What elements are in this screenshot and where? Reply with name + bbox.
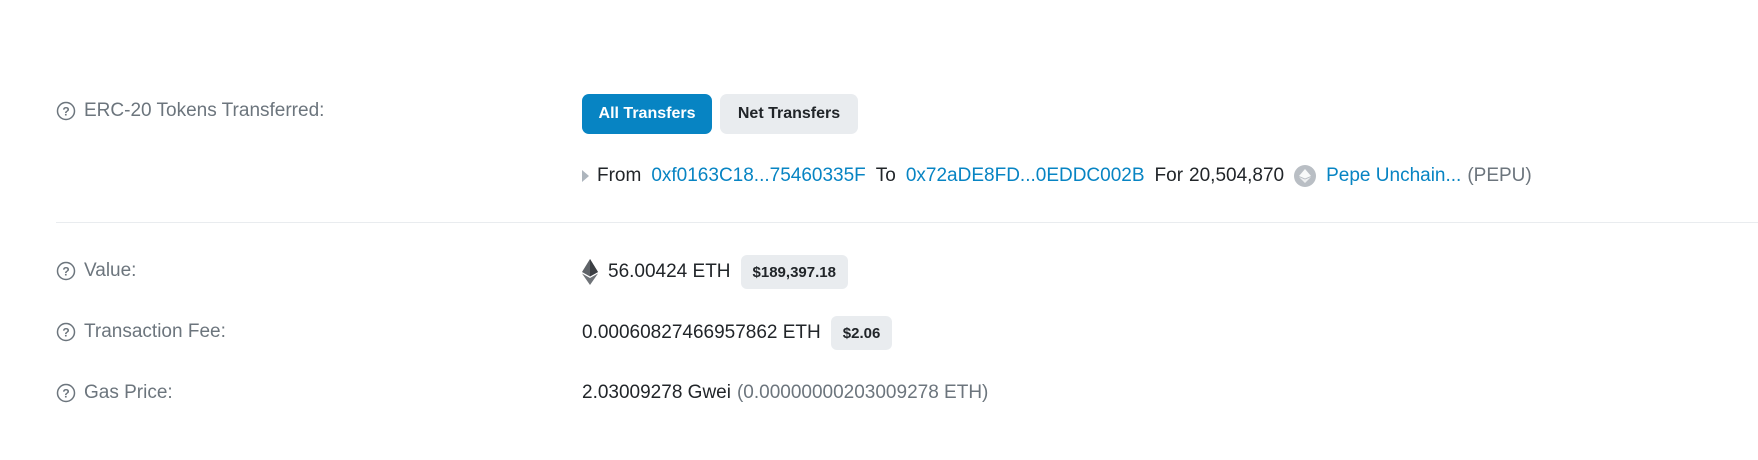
fee-line: 0.00060827466957862 ETH $2.06 [582,316,893,350]
svg-text:?: ? [62,326,69,340]
to-label: To [875,165,896,186]
question-circle-icon[interactable]: ? [56,322,76,342]
token-symbol: (PEPU) [1467,165,1532,186]
fee-usd-badge: $2.06 [830,316,893,350]
erc20-label-row: ? ERC-20 Tokens Transferred: [56,100,324,122]
gas-eth: (0.00000000203009278 ETH) [736,382,989,403]
token-amount: 20,504,870 [1189,165,1285,186]
to-address-link[interactable]: 0x72aDE8FD...0EDDC002B [906,165,1145,187]
section-divider [56,222,1758,223]
value-line: 56.00424 ETH $189,397.18 [582,255,848,289]
gas-gwei: 2.03009278 Gwei [582,382,731,403]
gas-label-row: ? Gas Price: [56,382,173,404]
ethereum-icon [582,259,598,285]
value-label: Value: [84,260,137,281]
fee-label: Transaction Fee: [84,321,226,342]
transfer-line: From 0xf0163C18...75460335F To 0x72aDE8F… [582,165,1532,187]
question-circle-icon[interactable]: ? [56,383,76,403]
svg-text:?: ? [62,105,69,119]
tab-all-transfers[interactable]: All Transfers [582,94,712,134]
question-circle-icon[interactable]: ? [56,261,76,281]
fee-label-row: ? Transaction Fee: [56,321,226,343]
value-usd-badge: $189,397.18 [740,255,848,289]
fee-amount: 0.00060827466957862 ETH [582,322,821,343]
svg-text:?: ? [62,265,69,279]
question-circle-icon[interactable]: ? [56,101,76,121]
tab-net-transfers[interactable]: Net Transfers [720,94,858,134]
erc20-label: ERC-20 Tokens Transferred: [84,100,325,121]
from-address-link[interactable]: 0xf0163C18...75460335F [651,165,865,187]
value-amount: 56.00424 ETH [608,261,731,282]
from-label: From [597,165,642,186]
transfer-tabs: All Transfers Net Transfers [582,94,858,134]
token-name-link[interactable]: Pepe Unchain... [1326,165,1461,187]
value-label-row: ? Value: [56,260,136,282]
gas-label: Gas Price: [84,382,173,403]
gas-line: 2.03009278 Gwei (0.00000000203009278 ETH… [582,382,988,404]
for-label: For [1154,165,1184,186]
svg-text:?: ? [62,387,69,401]
token-icon [1294,165,1317,187]
expand-caret-icon[interactable] [582,170,589,182]
